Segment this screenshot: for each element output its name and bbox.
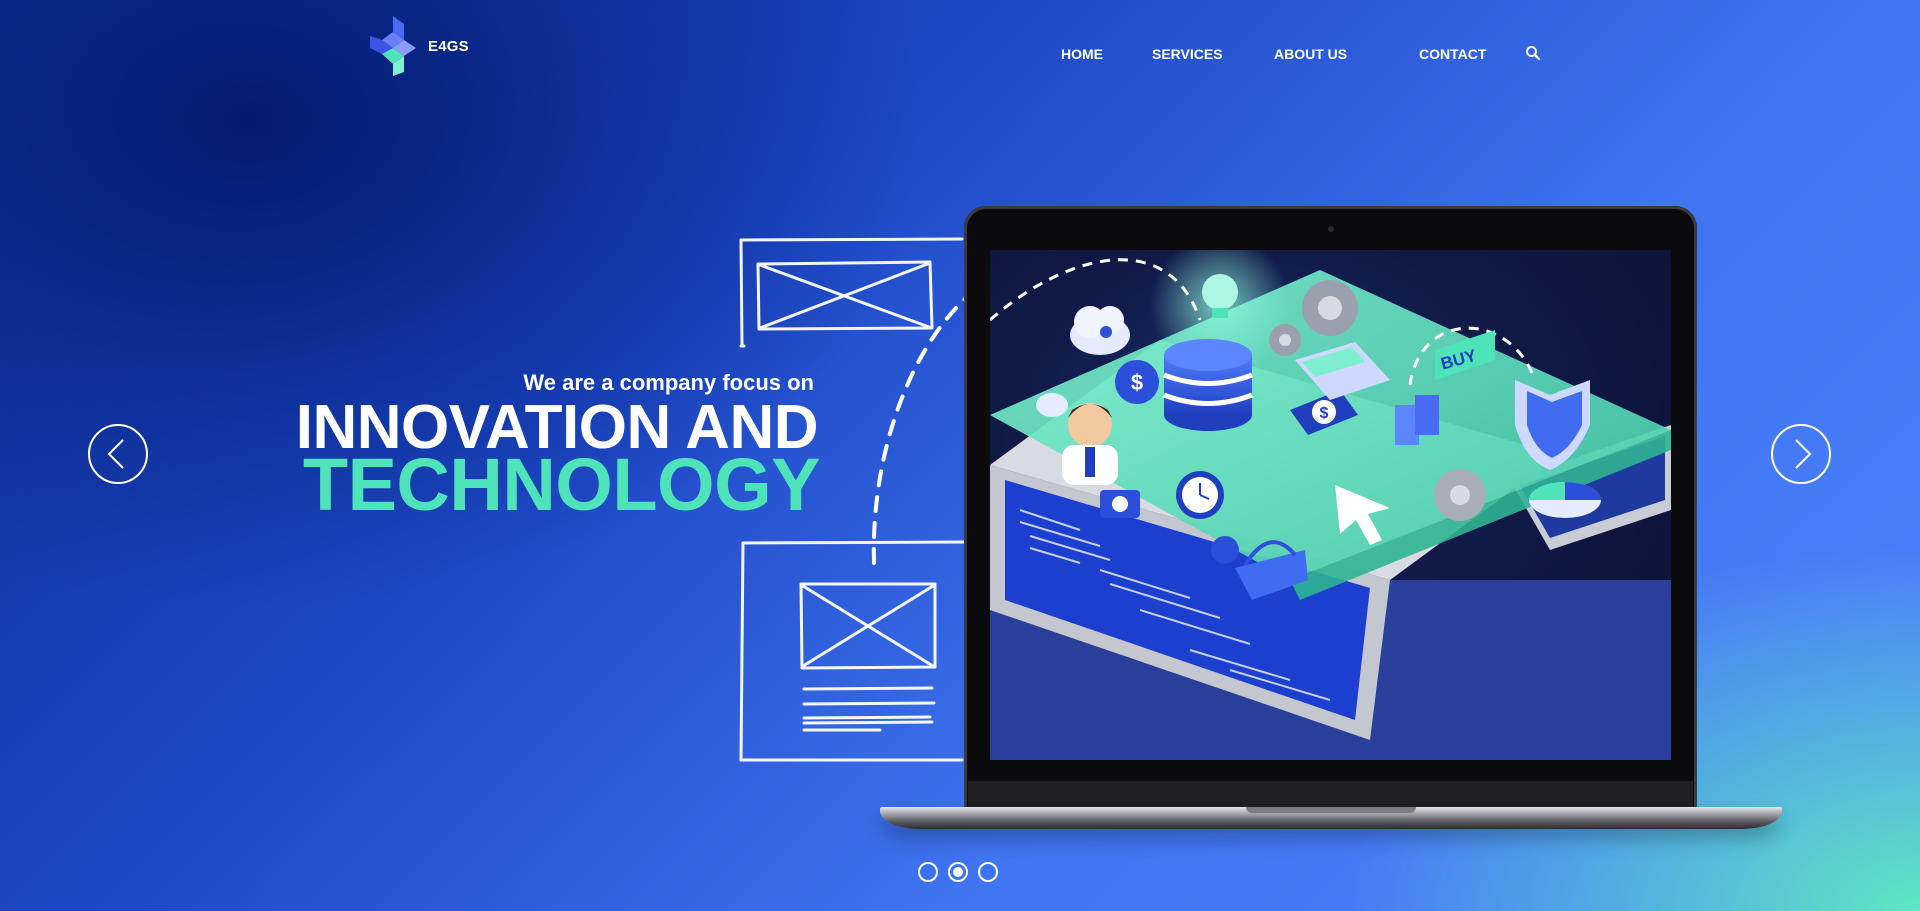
chevron-left-icon	[107, 439, 124, 469]
coin-currency-symbol: $	[1131, 370, 1143, 395]
hero-title-line2: TECHNOLOGY	[302, 443, 821, 526]
laptop-camera	[1328, 226, 1334, 232]
chevron-right-icon	[1795, 439, 1812, 469]
nav-services[interactable]: SERVICES	[1152, 46, 1223, 62]
nav-contact[interactable]: CONTACT	[1419, 46, 1486, 62]
laptop-screen-illustration: $ $ BUY	[990, 250, 1671, 760]
card-currency-symbol: $	[1320, 405, 1329, 422]
brand-name: E4GS	[428, 37, 469, 55]
slider-dot-2[interactable]	[948, 862, 968, 882]
nav-about-us[interactable]: ABOUT US	[1274, 46, 1347, 62]
nav-home[interactable]: HOME	[1061, 46, 1103, 62]
slider-dot-3[interactable]	[978, 862, 998, 882]
slider-pagination	[918, 862, 998, 882]
cube-logo-icon	[370, 16, 416, 76]
slider-prev-button[interactable]	[88, 424, 148, 484]
laptop-notch	[1246, 807, 1416, 813]
laptop-chin	[968, 781, 1693, 807]
logo[interactable]: E4GS	[366, 14, 469, 78]
slider-dot-1[interactable]	[918, 862, 938, 882]
search-icon[interactable]	[1525, 45, 1541, 61]
slider-next-button[interactable]	[1771, 424, 1831, 484]
